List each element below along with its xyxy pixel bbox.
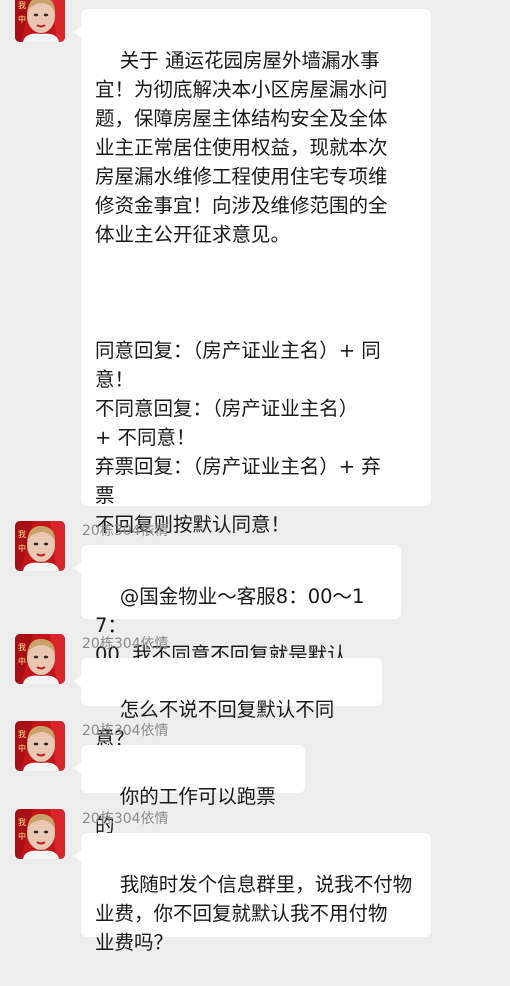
svg-text:我: 我 <box>18 0 26 10</box>
message-text: 我随时发个信息群里，说我不付物 业费，你不回复就默认我不用付物 业费吗？ <box>95 873 413 954</box>
svg-text:中: 中 <box>18 831 26 841</box>
svg-text:中: 中 <box>18 14 26 24</box>
sender-name: 20栋304依情 <box>82 523 169 539</box>
sender-avatar[interactable]: 我 中 <box>15 0 65 42</box>
sender-name: 20栋304依情 <box>82 636 169 652</box>
sender-avatar[interactable]: 我 中 <box>15 809 65 859</box>
sender-avatar[interactable]: 我 中 <box>15 721 65 771</box>
user-avatar-portrait-icon: 我 中 <box>15 809 65 859</box>
sender-name: 20栋304依情 <box>82 811 169 827</box>
svg-text:我: 我 <box>18 642 26 652</box>
svg-text:我: 我 <box>18 529 26 539</box>
user-avatar-portrait-icon: 我 中 <box>15 0 65 42</box>
svg-text:中: 中 <box>18 543 26 553</box>
message-bubble[interactable]: 你的工作可以跑票的 <box>74 745 305 837</box>
message-text: @国金物业～客服8：00～17： 00 我不同意不回复就是默认 <box>95 585 365 666</box>
message-bubble[interactable]: 关于 通运花园房屋外墙漏水事 宜！为彻底解决本小区房屋漏水问 题，保障房屋主体结… <box>74 9 431 536</box>
chat-message-list[interactable]: 我 中 关于 通运花园房屋外墙漏水事 宜！为彻底解决本小区房屋漏水问 题，保障房… <box>0 0 510 960</box>
message-bubble[interactable]: 怎么不说不回复默认不同意？ <box>74 658 382 750</box>
svg-text:中: 中 <box>18 743 26 753</box>
svg-text:中: 中 <box>18 656 26 666</box>
sender-avatar[interactable]: 我 中 <box>15 634 65 684</box>
user-avatar-portrait-icon: 我 中 <box>15 634 65 684</box>
user-avatar-portrait-icon: 我 中 <box>15 721 65 771</box>
user-avatar-portrait-icon: 我 中 <box>15 521 65 571</box>
message-bubble[interactable]: 我随时发个信息群里，说我不付物 业费，你不回复就默认我不用付物 业费吗？ <box>74 833 431 954</box>
message-text: 关于 通运花园房屋外墙漏水事 宜！为彻底解决本小区房屋漏水问 题，保障房屋主体结… <box>95 49 388 536</box>
svg-text:我: 我 <box>18 817 26 827</box>
sender-avatar[interactable]: 我 中 <box>15 521 65 571</box>
message-bubble[interactable]: @国金物业～客服8：00～17： 00 我不同意不回复就是默认 <box>74 545 401 666</box>
svg-text:我: 我 <box>18 729 26 739</box>
sender-name: 20栋304依情 <box>82 723 169 739</box>
